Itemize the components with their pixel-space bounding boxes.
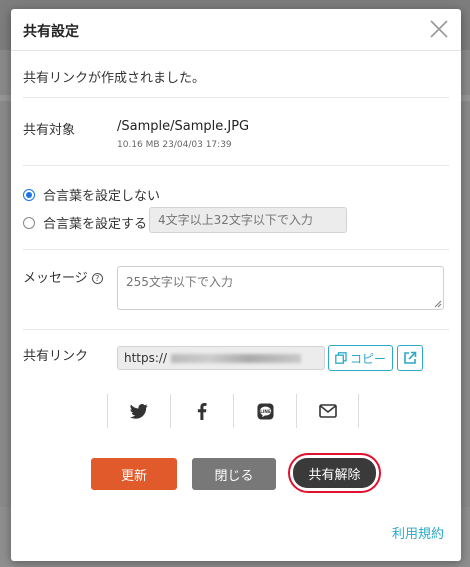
message-label: メッセージ? [23, 267, 103, 286]
share-twitter-button[interactable] [107, 394, 170, 428]
radio-label: 合言葉を設定する [43, 217, 148, 232]
target-meta: 10.16 MB 23/04/03 17:39 [117, 140, 232, 150]
created-message: 共有リンクが作成されました。 [23, 71, 206, 86]
copy-label: コピー [349, 351, 386, 366]
external-link-icon [404, 351, 417, 364]
share-link-prefix: https:// [124, 351, 168, 365]
help-icon[interactable]: ? [91, 273, 103, 284]
divider [23, 165, 449, 166]
facebook-icon [197, 402, 207, 420]
radio-label: 合言葉を設定しない [43, 189, 161, 204]
share-link-field[interactable]: https:// [117, 346, 325, 370]
resize-grip-icon[interactable] [434, 300, 442, 308]
mail-icon [318, 404, 337, 418]
update-button[interactable]: 更新 [91, 458, 177, 490]
open-link-button[interactable] [397, 345, 423, 371]
radio-button-checked[interactable] [23, 188, 35, 201]
terms-link[interactable]: 利用規約 [392, 523, 444, 542]
copy-icon [335, 352, 347, 364]
link-label: 共有リンク [23, 349, 89, 364]
divider [23, 329, 449, 330]
divider [23, 249, 449, 250]
svg-text:LINE: LINE [260, 408, 271, 414]
share-settings-dialog: 共有設定 共有リンクが作成されました。 共有対象 /Sample/Sample.… [11, 9, 461, 561]
dialog-header: 共有設定 [11, 9, 461, 51]
message-label-text: メッセージ [23, 271, 88, 286]
target-path: /Sample/Sample.JPG [117, 119, 250, 134]
target-label: 共有対象 [23, 123, 76, 138]
share-line-button[interactable]: LINE [233, 394, 296, 428]
twitter-icon [130, 403, 148, 419]
share-mail-button[interactable] [296, 394, 359, 428]
message-textarea[interactable] [117, 266, 444, 310]
social-share-bar: LINE [107, 394, 359, 428]
radio-set-passphrase[interactable]: 合言葉を設定する [23, 213, 147, 232]
close-icon[interactable] [425, 15, 453, 43]
blurred-url [171, 354, 302, 363]
line-icon: LINE [256, 402, 274, 420]
radio-no-passphrase[interactable]: 合言葉を設定しない [23, 185, 160, 204]
divider [23, 97, 449, 98]
share-facebook-button[interactable] [170, 394, 233, 428]
passphrase-input[interactable] [149, 207, 347, 233]
close-button[interactable]: 閉じる [192, 458, 276, 490]
radio-button[interactable] [23, 216, 35, 229]
copy-button[interactable]: コピー [328, 345, 393, 371]
dialog-title: 共有設定 [23, 24, 79, 40]
unshare-button[interactable]: 共有解除 [293, 458, 376, 488]
